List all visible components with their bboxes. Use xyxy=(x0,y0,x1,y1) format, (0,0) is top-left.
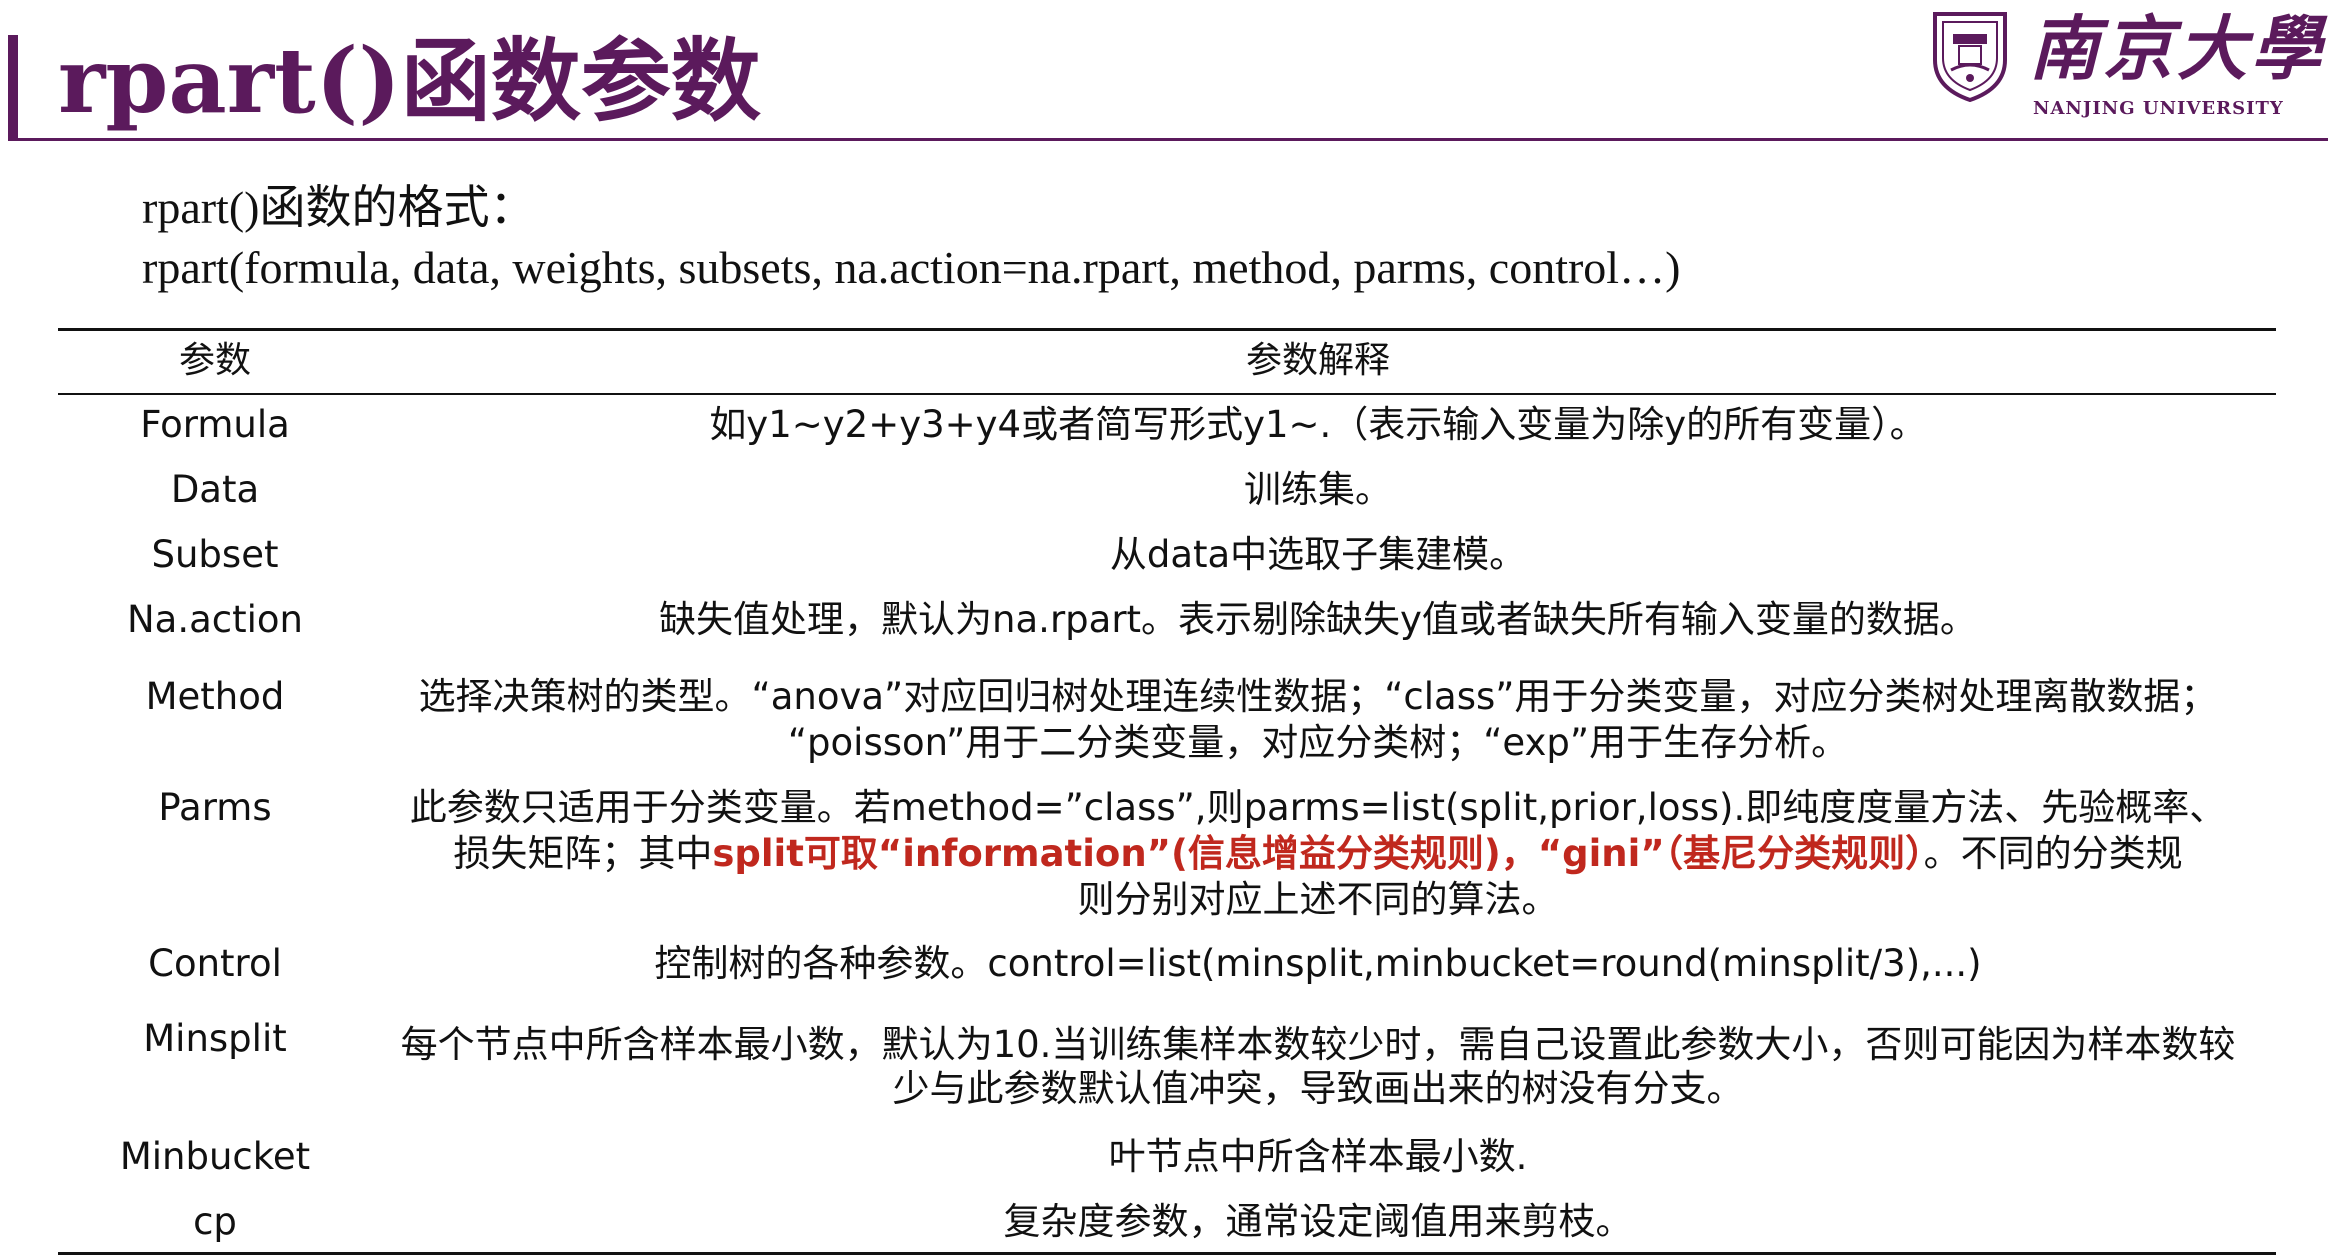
desc-na-action: 缺失值处理，默认为na.rpart。表示剔除缺失y值或者缺失所有输入变量的数据。 xyxy=(659,598,1977,641)
param-data: Data xyxy=(170,468,260,511)
format-heading: rpart()函数的格式： xyxy=(142,182,536,233)
desc-parms-line-3: 则分别对应上述不同的算法。 xyxy=(1077,878,1559,921)
desc-parms-text-b: 。不同的分类规 xyxy=(1923,832,2183,875)
university-seal-icon xyxy=(1933,12,2007,102)
table-header-rule xyxy=(58,393,2276,395)
desc-parms-line-2: 损失矩阵；其中split可取“information”(信息增益分类规则)，“g… xyxy=(360,831,2276,877)
university-name-cn: 南京大學 xyxy=(2029,7,2325,90)
desc-formula: 如y1~y2+y3+y4或者简写形式y1~.（表示输入变量为除y的所有变量）。 xyxy=(709,403,1927,446)
param-subset: Subset xyxy=(151,533,279,576)
desc-parms-text-a: 损失矩阵；其中 xyxy=(453,832,713,875)
param-cp: cp xyxy=(193,1200,237,1243)
desc-data: 训练集。 xyxy=(1244,468,1392,511)
desc-minsplit-line-2: 少与此参数默认值冲突，导致画出来的树没有分支。 xyxy=(892,1067,1744,1110)
header-divider xyxy=(8,138,2328,141)
param-minsplit: Minsplit xyxy=(143,1017,287,1060)
param-parms: Parms xyxy=(158,786,272,829)
university-name-en: NANJING UNIVERSITY xyxy=(2033,98,2284,119)
desc-cp: 复杂度参数，通常设定阈值用来剪枝。 xyxy=(1003,1200,1633,1243)
desc-minsplit-line-1: 每个节点中所含样本最小数，默认为10.当训练集样本数较少时，需自己设置此参数大小… xyxy=(400,1023,2236,1066)
column-header-desc: 参数解释 xyxy=(1245,340,1390,381)
page-title: rpart()函数参数 xyxy=(58,28,761,134)
desc-minbucket: 叶节点中所含样本最小数. xyxy=(1108,1135,1528,1178)
university-logo: 南京大學 NANJING UNIVERSITY xyxy=(1925,6,2330,131)
param-na-action: Na.action xyxy=(126,598,303,641)
desc-method-line-1: 选择决策树的类型。“anova”对应回归树处理连续性数据；“class”用于分类… xyxy=(418,675,2218,718)
title-accent-bar xyxy=(8,35,18,140)
param-method: Method xyxy=(145,675,285,718)
table-top-rule xyxy=(58,328,2276,331)
desc-subset: 从data中选取子集建模。 xyxy=(1109,533,1527,576)
desc-parms-highlight: split可取“information”(信息增益分类规则)，“gini”（基尼… xyxy=(712,832,1924,875)
format-signature: rpart(formula, data, weights, subsets, n… xyxy=(142,242,1681,293)
desc-parms-line-1: 此参数只适用于分类变量。若method=”class”,则parms=list(… xyxy=(409,786,2227,829)
desc-method-line-2: “poisson”用于二分类变量，对应分类树；“exp”用于生存分析。 xyxy=(787,721,1849,764)
column-header-param: 参数 xyxy=(178,340,251,381)
desc-control: 控制树的各种参数。control=list(minsplit,minbucket… xyxy=(654,942,1982,985)
param-formula: Formula xyxy=(140,403,290,446)
param-minbucket: Minbucket xyxy=(119,1135,311,1178)
param-control: Control xyxy=(148,942,282,985)
table-bottom-rule xyxy=(58,1252,2276,1255)
